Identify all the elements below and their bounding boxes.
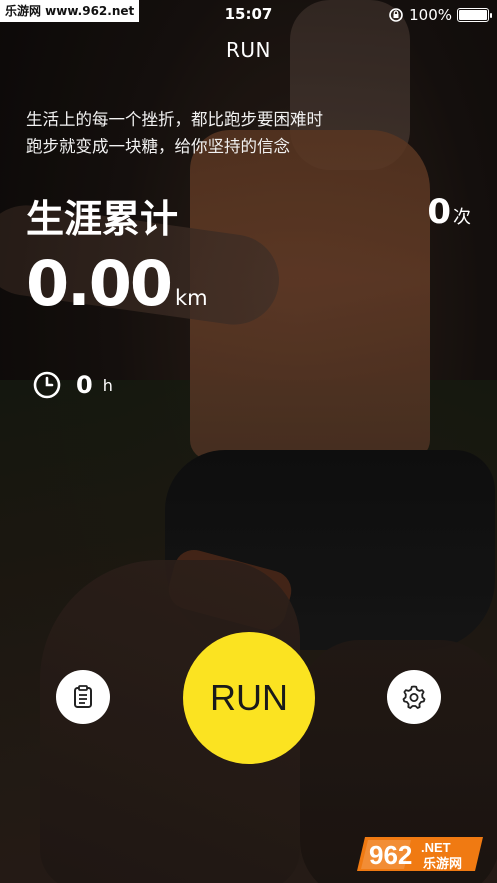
- clock-icon: [33, 371, 61, 399]
- run-count-value: 0: [427, 192, 451, 232]
- watermark-logo: 962 .NET 乐游网: [357, 837, 483, 872]
- total-distance: 0.00 km: [26, 247, 208, 320]
- run-button[interactable]: RUN: [183, 632, 315, 764]
- duration-unit: h: [102, 375, 113, 395]
- watermark: 乐游网 www.962.net: [0, 0, 140, 22]
- rotation-lock-icon: [389, 8, 403, 22]
- motto-line-2: 跑步就变成一块糖，给你坚持的信念: [26, 137, 290, 156]
- page-title: RUN: [226, 38, 271, 62]
- settings-button[interactable]: [387, 670, 441, 724]
- logo-domain: .NET: [421, 840, 451, 855]
- run-count-unit: 次: [453, 207, 471, 228]
- motto-line-1: 生活上的每一个挫折，都比跑步要困难时: [26, 110, 323, 129]
- battery-percent: 100%: [409, 6, 452, 24]
- gear-icon: [402, 685, 426, 709]
- career-label: 生涯累计: [26, 197, 179, 241]
- duration-value: 0: [76, 371, 93, 399]
- logo-number: 962: [369, 840, 412, 870]
- clipboard-icon: [74, 685, 92, 708]
- distance-value: 0.00: [26, 247, 173, 320]
- distance-unit: km: [174, 286, 208, 310]
- logo-subtitle: 乐游网: [423, 856, 462, 872]
- records-button[interactable]: [56, 670, 110, 724]
- total-duration: 0 h: [32, 370, 113, 400]
- battery-icon: [457, 8, 492, 22]
- motto: 生活上的每一个挫折，都比跑步要困难时 跑步就变成一块糖，给你坚持的信念: [26, 106, 323, 160]
- run-count: 0次: [427, 192, 471, 232]
